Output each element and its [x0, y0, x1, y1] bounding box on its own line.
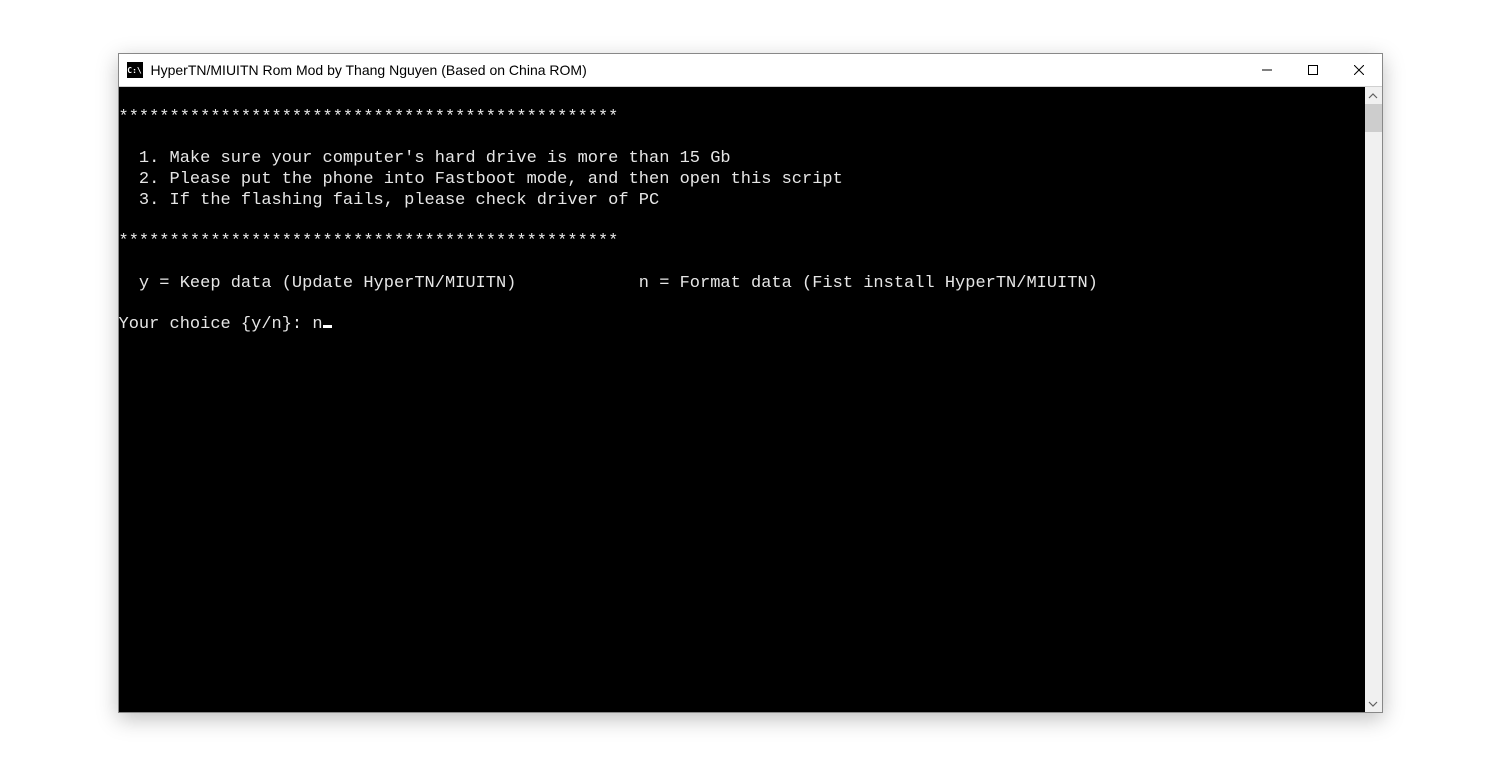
window-controls: [1244, 54, 1382, 86]
terminal-line: 1. Make sure your computer's hard drive …: [119, 149, 731, 168]
scroll-thumb[interactable]: [1365, 104, 1382, 132]
cursor-icon: [323, 325, 332, 328]
window-title: HyperTN/MIUITN Rom Mod by Thang Nguyen (…: [151, 62, 1244, 78]
terminal-line: y = Keep data (Update HyperTN/MIUITN) n …: [119, 274, 1098, 293]
vertical-scrollbar[interactable]: [1365, 87, 1382, 712]
prompt-line: Your choice {y/n}: n: [119, 315, 332, 334]
user-input: n: [312, 315, 322, 334]
maximize-button[interactable]: [1290, 54, 1336, 86]
close-button[interactable]: [1336, 54, 1382, 86]
scroll-up-button[interactable]: [1365, 87, 1382, 104]
chevron-up-icon: [1368, 91, 1378, 101]
window-client-area: ****************************************…: [119, 87, 1382, 712]
application-window: C:\ HyperTN/MIUITN Rom Mod by Thang Nguy…: [118, 53, 1383, 713]
terminal-icon: C:\: [127, 62, 143, 78]
terminal-line: ****************************************…: [119, 232, 619, 251]
terminal-line: ****************************************…: [119, 108, 619, 127]
close-icon: [1354, 65, 1364, 75]
minimize-button[interactable]: [1244, 54, 1290, 86]
maximize-icon: [1308, 65, 1318, 75]
terminal-line: 3. If the flashing fails, please check d…: [119, 191, 660, 210]
minimize-icon: [1262, 65, 1272, 75]
prompt-text: Your choice {y/n}:: [119, 315, 313, 334]
title-bar[interactable]: C:\ HyperTN/MIUITN Rom Mod by Thang Nguy…: [119, 54, 1382, 87]
terminal-output[interactable]: ****************************************…: [119, 87, 1365, 712]
scroll-down-button[interactable]: [1365, 695, 1382, 712]
scroll-track[interactable]: [1365, 104, 1382, 695]
terminal-line: 2. Please put the phone into Fastboot mo…: [119, 170, 843, 189]
chevron-down-icon: [1368, 699, 1378, 709]
